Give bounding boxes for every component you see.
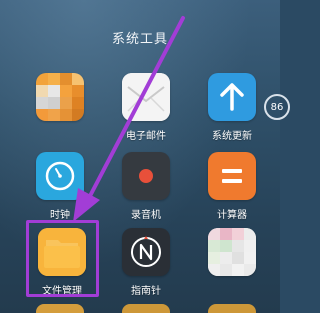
pointer-arrow (73, 16, 185, 222)
